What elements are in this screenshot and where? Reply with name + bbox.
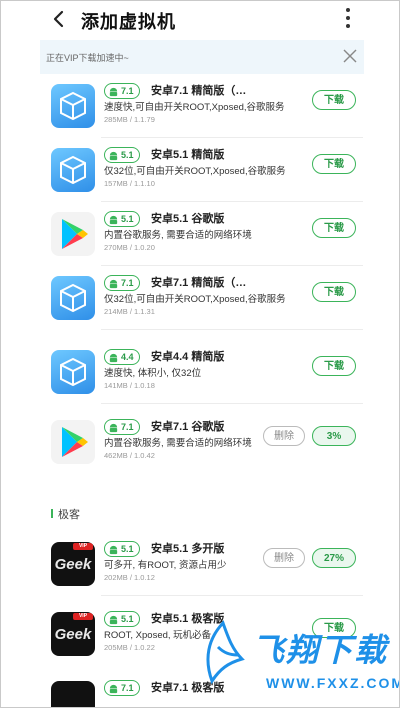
list-item[interactable]: 7.1 安卓7.1 谷歌版 内置谷歌服务, 需要合适的网络环境 462MB / … xyxy=(1,410,399,474)
geek-icon-label: Geek xyxy=(54,625,92,643)
version-badge: 5.1 xyxy=(104,611,140,627)
top-bar: 添加虚拟机 xyxy=(1,1,399,39)
more-options-icon[interactable] xyxy=(341,8,355,32)
download-button[interactable]: 下载 xyxy=(312,356,356,376)
geek-app-icon: VIP Geek xyxy=(51,542,95,586)
version-badge: 7.1 xyxy=(104,680,140,696)
vm-cube-icon xyxy=(51,276,95,320)
vm-size-version: 214MB / 1.1.31 xyxy=(104,307,155,316)
divider xyxy=(101,595,363,596)
download-button[interactable]: 下载 xyxy=(312,218,356,238)
version-label: 5.1 xyxy=(121,544,134,554)
divider xyxy=(101,329,363,330)
vm-description: 速度快, 体积小, 仅32位 xyxy=(104,368,202,379)
version-label: 7.1 xyxy=(121,278,134,288)
delete-button[interactable]: 删除 xyxy=(263,426,305,446)
version-label: 4.4 xyxy=(121,352,134,362)
vip-download-banner: 正在VIP下载加速中~ xyxy=(40,40,364,74)
list-item[interactable]: VIP Geek 5.1 安卓5.1 多开版 可多开, 有ROOT, 资源占用少… xyxy=(1,532,399,596)
vm-size-version: 202MB / 1.0.12 xyxy=(104,573,155,582)
list-item[interactable]: 7.1 安卓7.1 精简版（… 速度快,可自由开关ROOT,Xposed,谷歌服… xyxy=(1,74,399,138)
android-icon xyxy=(109,279,118,288)
vm-cube-icon xyxy=(51,148,95,192)
section-marker xyxy=(51,509,53,518)
android-icon xyxy=(109,545,118,554)
android-icon xyxy=(109,684,118,693)
google-play-icon xyxy=(51,420,95,464)
vm-name: 安卓7.1 谷歌版 xyxy=(151,421,225,433)
vm-size-version: 270MB / 1.0.20 xyxy=(104,243,155,252)
vm-size-version: 285MB / 1.1.79 xyxy=(104,115,155,124)
vm-name: 安卓4.4 精简版 xyxy=(151,351,225,363)
geek-app-icon xyxy=(51,681,95,707)
vm-description: 内置谷歌服务, 需要合适的网络环境 xyxy=(104,438,252,449)
google-play-icon xyxy=(51,212,95,256)
vm-name: 安卓7.1 精简版（… xyxy=(151,277,247,289)
list-item[interactable]: 4.4 安卓4.4 精简版 速度快, 体积小, 仅32位 141MB / 1.0… xyxy=(1,340,399,404)
vm-description: 速度快,可自由开关ROOT,Xposed,谷歌服务 xyxy=(104,102,285,113)
vm-name: 安卓5.1 多开版 xyxy=(151,543,225,555)
list-item[interactable]: 7.1 安卓7.1 精简版（… 仅32位,可自由开关ROOT,Xposed,谷歌… xyxy=(1,266,399,330)
download-button[interactable]: 下载 xyxy=(312,154,356,174)
vm-size-version: 462MB / 1.0.42 xyxy=(104,451,155,460)
android-icon xyxy=(109,87,118,96)
vm-description: 可多开, 有ROOT, 资源占用少 xyxy=(104,560,227,571)
vm-description: 仅32位,可自由开关ROOT,Xposed,谷歌服务 xyxy=(104,294,286,305)
page-title: 添加虚拟机 xyxy=(81,12,176,32)
vip-tag: VIP xyxy=(73,613,93,620)
section-title-geek: 极客 xyxy=(58,509,80,521)
vm-name: 安卓5.1 极客版 xyxy=(151,613,225,625)
version-label: 7.1 xyxy=(121,683,134,693)
android-icon xyxy=(109,215,118,224)
version-badge: 5.1 xyxy=(104,147,140,163)
list-item[interactable]: 7.1 安卓7.1 极客版 xyxy=(1,671,399,707)
android-icon xyxy=(109,423,118,432)
vm-description: ROOT, Xposed, 玩机必备 xyxy=(104,630,212,641)
download-button[interactable]: 下载 xyxy=(312,282,356,302)
version-label: 5.1 xyxy=(121,150,134,160)
android-icon xyxy=(109,353,118,362)
version-badge: 7.1 xyxy=(104,83,140,99)
delete-button[interactable]: 删除 xyxy=(263,548,305,568)
vm-size-version: 157MB / 1.1.10 xyxy=(104,179,155,188)
vm-size-version: 205MB / 1.0.22 xyxy=(104,643,155,652)
list-item[interactable]: 5.1 安卓5.1 精简版 仅32位,可自由开关ROOT,Xposed,谷歌服务… xyxy=(1,138,399,202)
vm-description: 仅32位,可自由开关ROOT,Xposed,谷歌服务 xyxy=(104,166,286,177)
download-progress-button[interactable]: 3% xyxy=(312,426,356,446)
banner-text: 正在VIP下载加速中~ xyxy=(46,53,129,63)
version-label: 5.1 xyxy=(121,214,134,224)
geek-app-icon: VIP Geek xyxy=(51,612,95,656)
geek-icon-label: Geek xyxy=(54,555,92,573)
divider xyxy=(101,403,363,404)
version-label: 7.1 xyxy=(121,86,134,96)
app-frame: 添加虚拟机 正在VIP下载加速中~ 7.1 安卓7.1 精简版（… 速度快,可自… xyxy=(0,0,400,708)
list-item[interactable]: 5.1 安卓5.1 谷歌版 内置谷歌服务, 需要合适的网络环境 270MB / … xyxy=(1,202,399,266)
android-icon xyxy=(109,615,118,624)
close-icon[interactable] xyxy=(342,48,358,64)
version-badge: 5.1 xyxy=(104,211,140,227)
vm-size-version: 141MB / 1.0.18 xyxy=(104,381,155,390)
version-label: 7.1 xyxy=(121,422,134,432)
vm-name: 安卓5.1 精简版 xyxy=(151,149,225,161)
vm-description: 内置谷歌服务, 需要合适的网络环境 xyxy=(104,230,252,241)
version-badge: 7.1 xyxy=(104,275,140,291)
back-arrow-icon[interactable] xyxy=(50,10,68,28)
download-progress-button[interactable]: 27% xyxy=(312,548,356,568)
list-item[interactable]: VIP Geek 5.1 安卓5.1 极客版 ROOT, Xposed, 玩机必… xyxy=(1,602,399,666)
version-badge: 7.1 xyxy=(104,419,140,435)
version-label: 5.1 xyxy=(121,614,134,624)
vm-cube-icon xyxy=(51,84,95,128)
android-icon xyxy=(109,151,118,160)
vm-name: 安卓7.1 极客版 xyxy=(151,682,225,694)
vm-cube-icon xyxy=(51,350,95,394)
vm-name: 安卓7.1 精简版（… xyxy=(151,85,247,97)
vip-tag: VIP xyxy=(73,543,93,550)
version-badge: 5.1 xyxy=(104,541,140,557)
download-button[interactable]: 下载 xyxy=(312,618,356,638)
download-button[interactable]: 下载 xyxy=(312,90,356,110)
vm-name: 安卓5.1 谷歌版 xyxy=(151,213,225,225)
version-badge: 4.4 xyxy=(104,349,140,365)
